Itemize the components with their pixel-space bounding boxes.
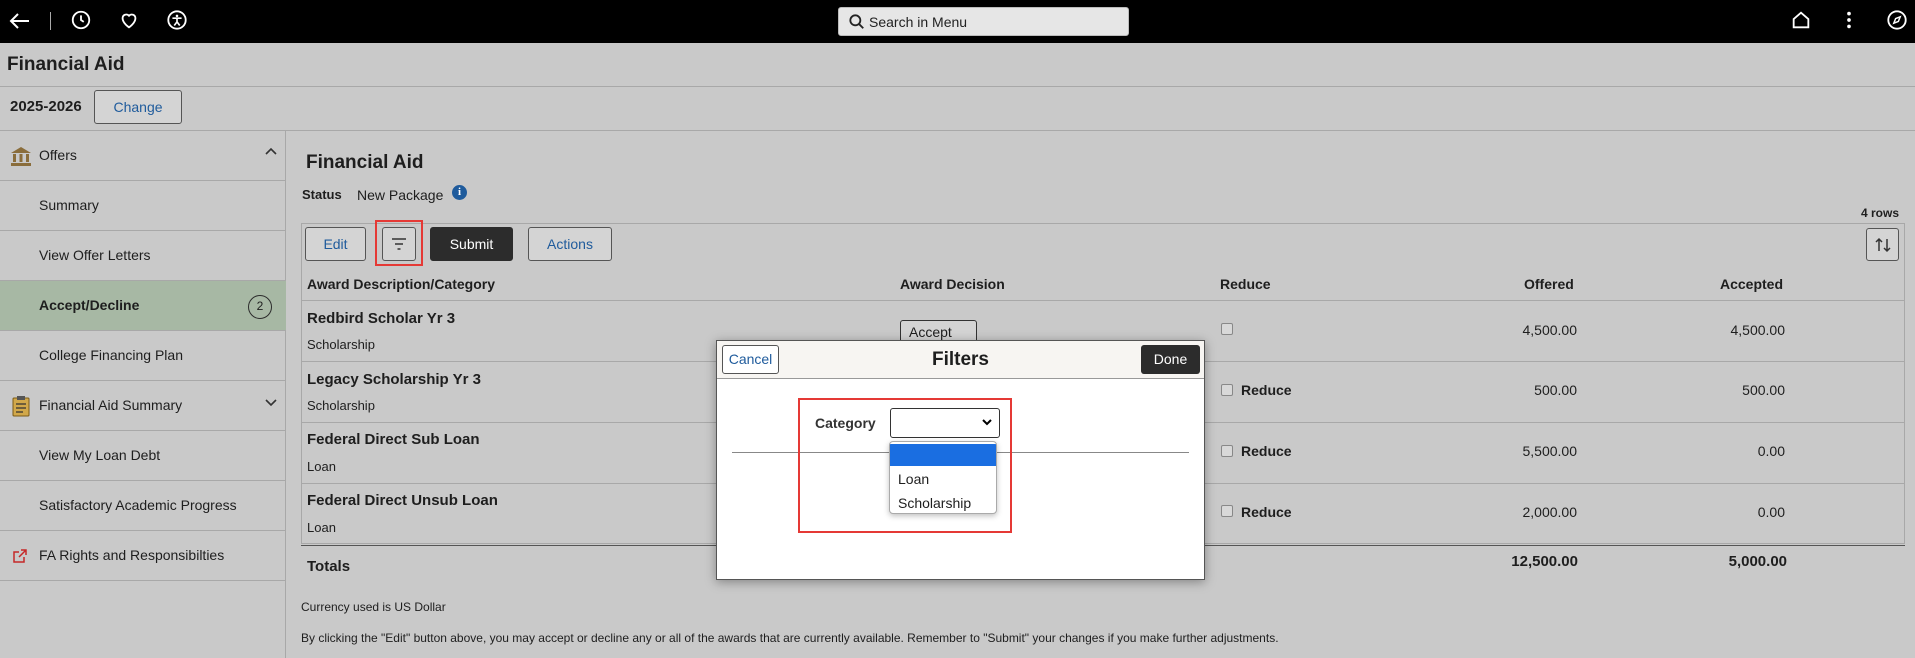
award-category: Loan	[307, 520, 336, 535]
change-year-button[interactable]: Change	[94, 90, 182, 124]
status-value: New Package	[357, 187, 444, 203]
accepted-amount: 4,500.00	[1730, 322, 1786, 338]
filters-dialog: Cancel Filters Done Category Loan Schola…	[716, 340, 1205, 580]
sidebar-item-label: FA Rights and Responsibilties	[39, 547, 225, 563]
chevron-down-icon[interactable]	[264, 395, 278, 409]
currency-note: Currency used is US Dollar	[301, 600, 446, 614]
column-header-decision[interactable]: Award Decision	[900, 276, 1005, 292]
search-icon	[849, 14, 864, 29]
status-label: Status	[302, 187, 342, 202]
award-name: Legacy Scholarship Yr 3	[307, 371, 481, 388]
sidebar-item-label: College Financing Plan	[39, 347, 183, 363]
done-button[interactable]: Done	[1141, 345, 1200, 374]
section-title: Financial Aid	[306, 152, 424, 173]
actions-button[interactable]: Actions	[528, 227, 612, 261]
back-arrow-icon[interactable]	[8, 9, 32, 33]
accessibility-icon[interactable]	[165, 9, 189, 33]
toolbar-divider	[50, 12, 51, 30]
column-header-reduce[interactable]: Reduce	[1220, 276, 1271, 292]
sidebar-item-label: Financial Aid Summary	[39, 397, 183, 413]
sidebar-item-label: View My Loan Debt	[39, 447, 161, 463]
offered-amount: 2,000.00	[1522, 504, 1578, 520]
award-category: Scholarship	[307, 398, 375, 413]
sidebar-item-offers[interactable]: Offers	[0, 131, 286, 181]
column-header-award[interactable]: Award Description/Category	[307, 276, 495, 292]
submit-button[interactable]: Submit	[430, 227, 513, 261]
reduce-checkbox[interactable]	[1221, 445, 1233, 457]
top-bar: Search in Menu	[0, 0, 1915, 43]
header-divider	[0, 86, 1915, 87]
history-icon[interactable]	[69, 9, 93, 33]
sidebar-item-fa-rights[interactable]: FA Rights and Responsibilties	[0, 531, 286, 581]
award-name: Federal Direct Sub Loan	[307, 431, 480, 448]
reduce-label: Reduce	[1241, 504, 1292, 520]
dialog-header: Cancel Filters Done	[717, 341, 1204, 379]
offered-amount: 5,500.00	[1522, 443, 1578, 459]
clipboard-icon	[12, 396, 30, 417]
external-link-icon	[13, 549, 27, 563]
sidebar-item-college-financing-plan[interactable]: College Financing Plan	[0, 331, 286, 381]
bank-icon	[11, 147, 31, 166]
info-icon[interactable]: i	[452, 185, 467, 200]
sort-icon	[1874, 237, 1891, 253]
sidebar-item-view-my-loan-debt[interactable]: View My Loan Debt	[0, 431, 286, 481]
rows-count: 4 rows	[1861, 206, 1900, 220]
sidebar-item-label: Accept/Decline	[39, 297, 140, 313]
offered-amount: 500.00	[1534, 382, 1577, 398]
aid-year: 2025-2026	[10, 98, 82, 115]
reduce-checkbox[interactable]	[1221, 323, 1233, 335]
search-input[interactable]: Search in Menu	[838, 7, 1129, 36]
sidebar-item-label: Summary	[39, 197, 99, 213]
sort-button[interactable]	[1866, 228, 1899, 261]
page-title: Financial Aid	[7, 54, 125, 75]
compass-icon[interactable]	[1885, 9, 1909, 33]
header-divider-2	[0, 130, 1915, 131]
column-header-accepted[interactable]: Accepted	[1720, 276, 1783, 292]
sidebar-item-label: View Offer Letters	[39, 247, 151, 263]
totals-label: Totals	[307, 558, 351, 575]
home-icon[interactable]	[1789, 9, 1813, 33]
sidebar-item-label: Offers	[39, 147, 77, 163]
filter-button-highlight	[375, 220, 423, 266]
award-category: Scholarship	[307, 337, 375, 352]
reduce-label: Reduce	[1241, 382, 1292, 398]
accepted-amount: 500.00	[1742, 382, 1785, 398]
totals-offered: 12,500.00	[1511, 553, 1578, 570]
award-decision-value: Accept	[909, 324, 952, 340]
reduce-checkbox[interactable]	[1221, 384, 1233, 396]
reduce-checkbox[interactable]	[1221, 505, 1233, 517]
sidebar-item-label: Satisfactory Academic Progress	[39, 497, 237, 513]
dialog-title: Filters	[931, 349, 990, 370]
sidebar-item-accept-decline[interactable]: Accept/Decline 2	[0, 281, 286, 331]
row-divider	[301, 300, 1905, 301]
kebab-menu-icon[interactable]	[1837, 9, 1861, 33]
instructions-note: By clicking the "Edit" button above, you…	[301, 631, 1279, 645]
category-highlight	[798, 398, 1012, 533]
heart-icon[interactable]	[117, 9, 141, 33]
reduce-label: Reduce	[1241, 443, 1292, 459]
sidebar-item-summary[interactable]: Summary	[0, 181, 286, 231]
offered-amount: 4,500.00	[1522, 322, 1578, 338]
chevron-up-icon[interactable]	[264, 145, 278, 159]
accepted-amount: 0.00	[1757, 443, 1785, 459]
sidebar-item-satisfactory-academic-progress[interactable]: Satisfactory Academic Progress	[0, 481, 286, 531]
count-badge: 2	[248, 295, 272, 319]
sidebar: Offers Summary View Offer Letters Accept…	[0, 131, 286, 658]
award-category: Loan	[307, 459, 336, 474]
accepted-amount: 0.00	[1757, 504, 1785, 520]
sidebar-item-financial-aid-summary[interactable]: Financial Aid Summary	[0, 381, 286, 431]
award-name: Federal Direct Unsub Loan	[307, 492, 498, 509]
award-name: Redbird Scholar Yr 3	[307, 310, 456, 327]
column-header-offered[interactable]: Offered	[1524, 276, 1574, 292]
edit-button[interactable]: Edit	[305, 227, 366, 261]
totals-accepted: 5,000.00	[1728, 553, 1787, 570]
search-placeholder: Search in Menu	[869, 14, 968, 30]
sidebar-item-view-offer-letters[interactable]: View Offer Letters	[0, 231, 286, 281]
